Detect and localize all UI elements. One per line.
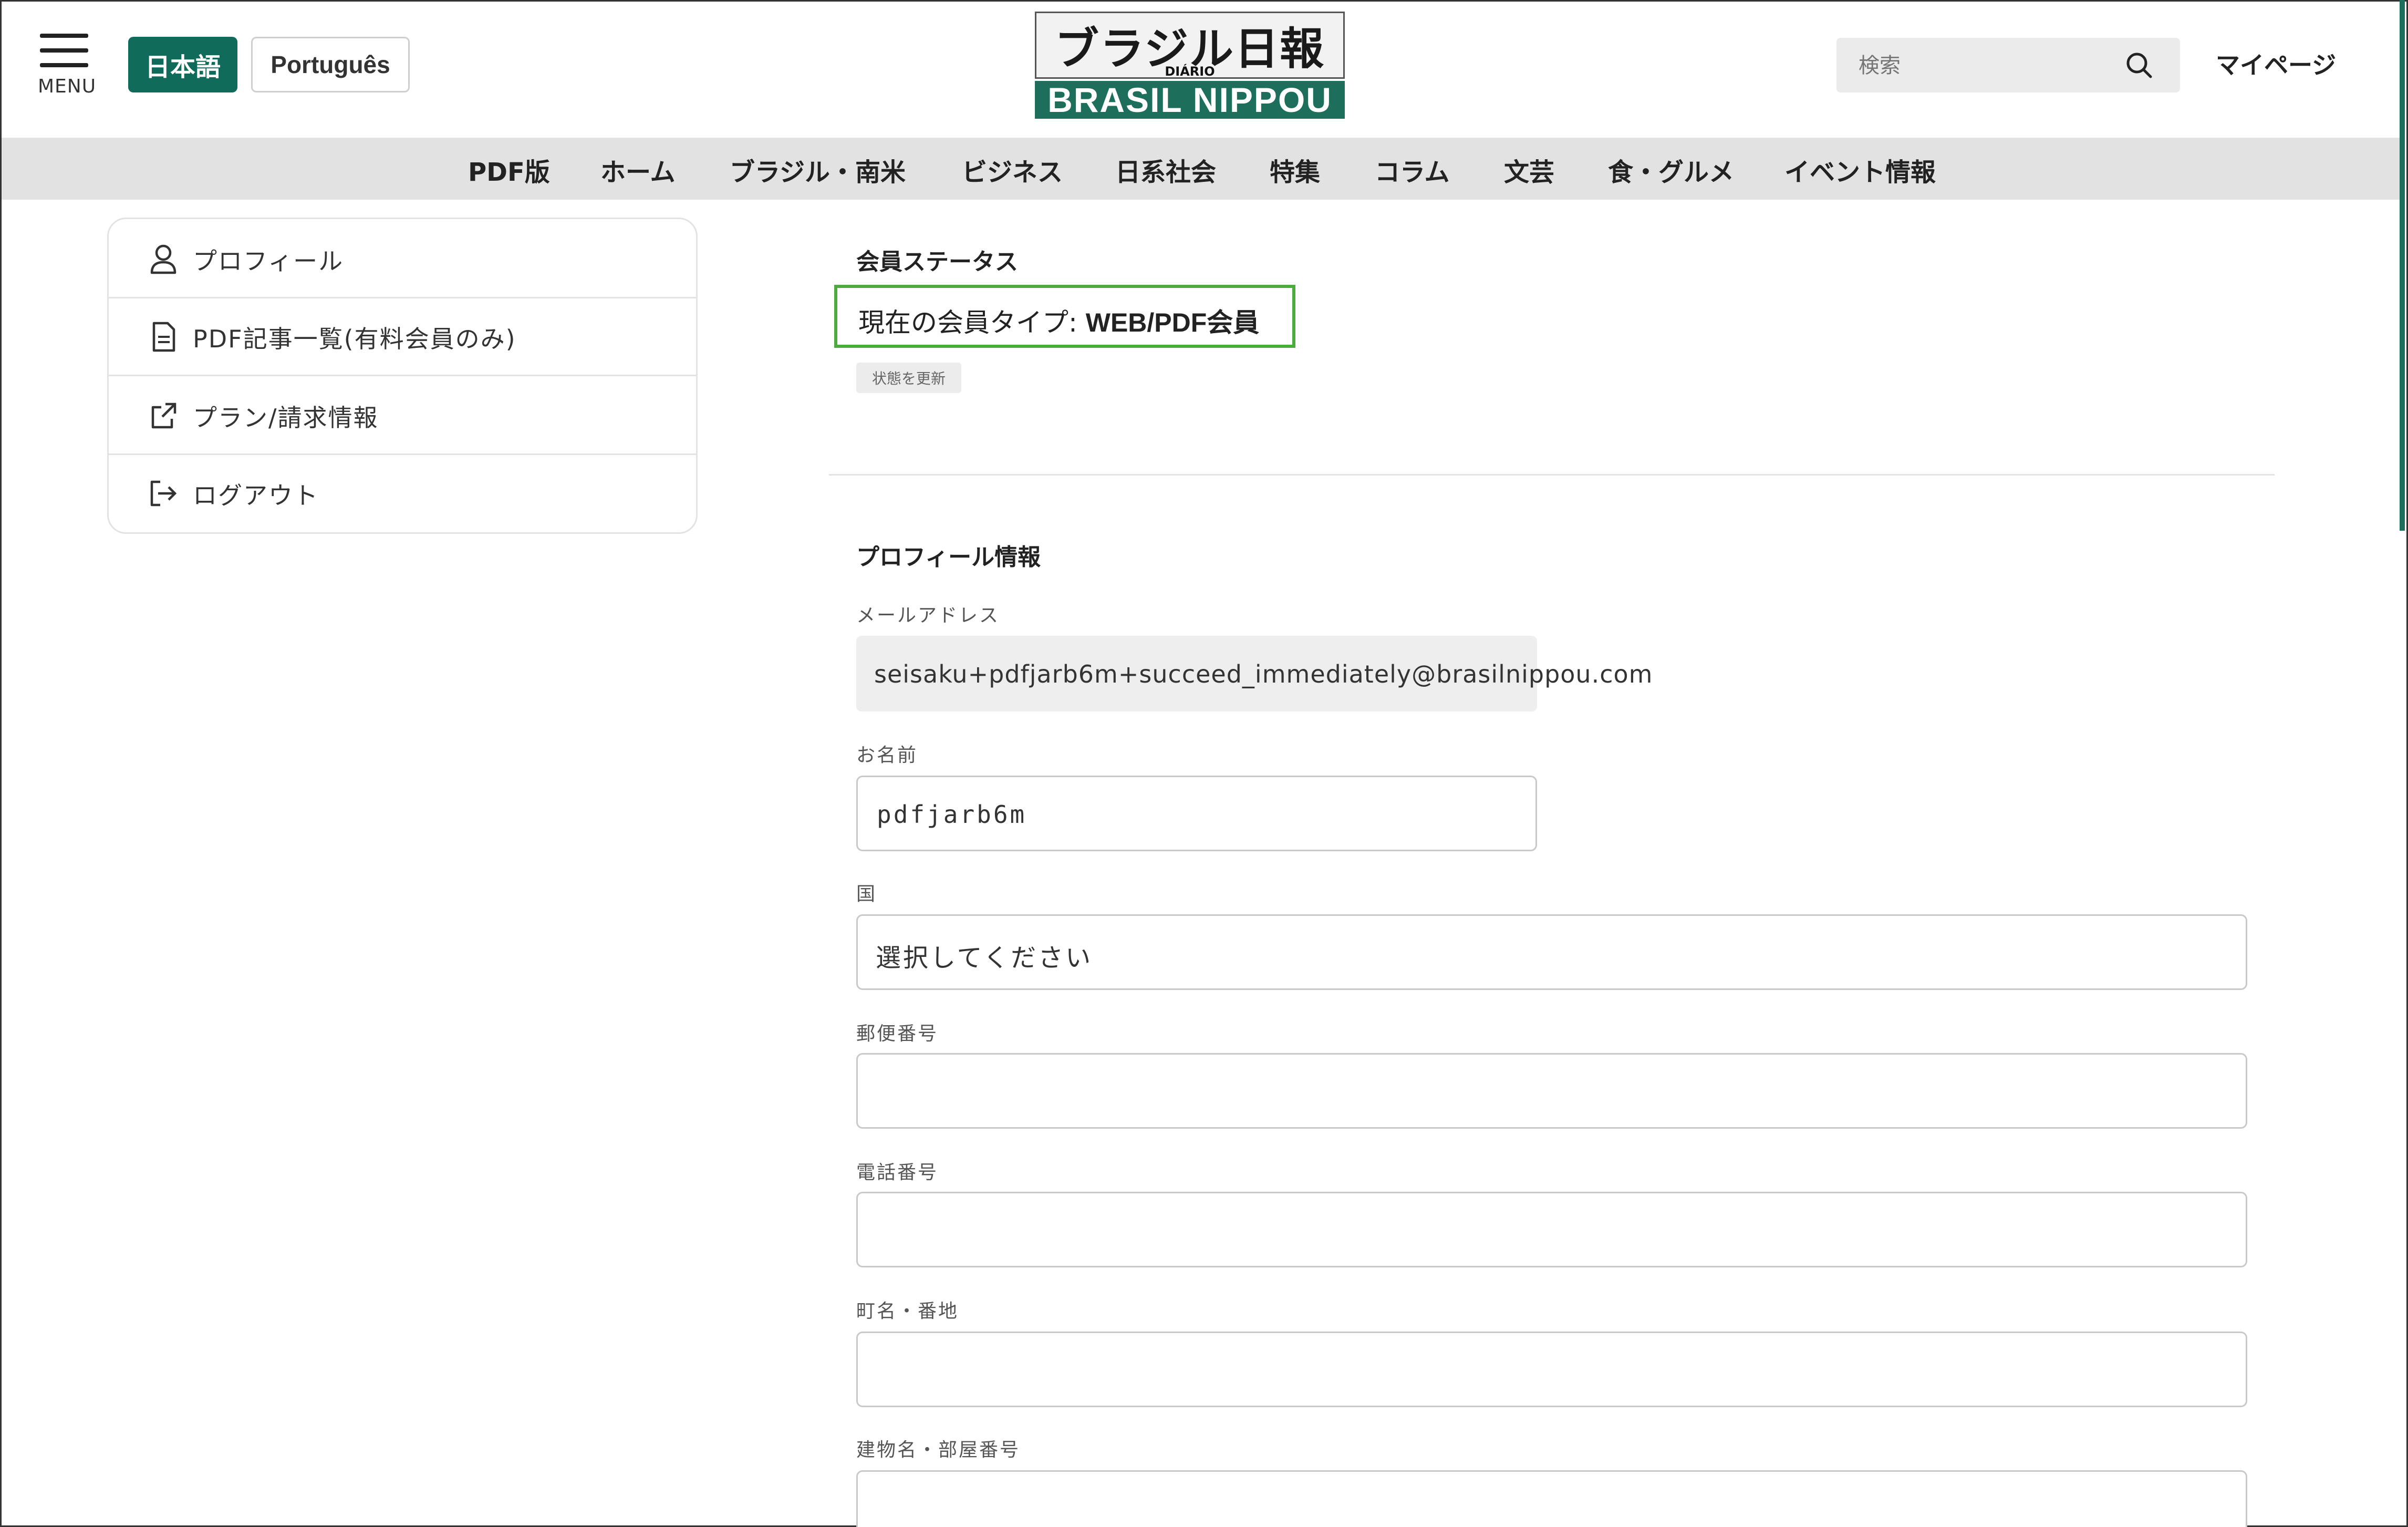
name-label: お名前 <box>856 745 918 766</box>
logo-title-en: BRASIL NIPPOU <box>1035 80 1345 119</box>
country-select[interactable]: 選択してください <box>856 914 2247 990</box>
email-label: メールアドレス <box>856 605 1000 626</box>
building-input[interactable] <box>876 1492 2127 1526</box>
address-field <box>856 1332 2247 1407</box>
sidebar-item-billing[interactable]: プラン/請求情報 <box>109 376 696 455</box>
name-input[interactable] <box>876 797 1488 832</box>
name-field <box>856 776 1537 851</box>
sidebar-item-pdf-articles[interactable]: PDF記事一覧(有料会員のみ) <box>109 297 696 376</box>
nav-item-pdf[interactable]: PDF版 <box>468 151 550 188</box>
email-field: seisaku+pdfjarb6m+succeed_immediately@br… <box>856 636 1652 711</box>
address-input[interactable] <box>876 1353 2127 1388</box>
nav-item-column[interactable]: コラム <box>1375 151 1450 188</box>
building-field <box>856 1470 2247 1527</box>
sidebar-item-label: ログアウト <box>193 481 319 510</box>
sidebar-item-label: プラン/請求情報 <box>193 404 379 432</box>
email-value: seisaku+pdfjarb6m+succeed_immediately@br… <box>874 660 1653 688</box>
hamburger-icon <box>40 34 88 38</box>
postal-code-label: 郵便番号 <box>856 1023 939 1045</box>
hamburger-bar <box>40 63 88 67</box>
logo-small-text: DIÁRIO <box>1165 64 1215 79</box>
site-logo[interactable]: ブラジル日報 DIÁRIO BRASIL NIPPOU <box>1035 12 1345 119</box>
language-portuguese-button[interactable]: Português <box>251 37 410 92</box>
menu-button[interactable]: MENU <box>38 34 96 97</box>
membership-type-value: WEB/PDF会員 <box>1085 308 1260 337</box>
phone-field <box>856 1192 2247 1267</box>
mypage-link[interactable]: マイページ <box>2216 46 2336 81</box>
hamburger-bar <box>40 48 88 53</box>
country-label: 国 <box>856 883 877 905</box>
membership-type-label: 現在の会員タイプ: <box>858 307 1086 338</box>
nav-item-business[interactable]: ビジネス <box>962 151 1063 188</box>
membership-type: 現在の会員タイプ: WEB/PDF会員 <box>858 302 1259 339</box>
nav-item-literature[interactable]: 文芸 <box>1504 151 1554 188</box>
building-label: 建物名・部屋番号 <box>856 1439 1021 1461</box>
nav-item-feature[interactable]: 特集 <box>1270 151 1320 188</box>
sidebar-item-profile[interactable]: プロフィール <box>109 219 696 298</box>
membership-status-heading: 会員ステータス <box>856 249 1018 275</box>
nav-item-brazil[interactable]: ブラジル・南米 <box>730 151 906 188</box>
logout-icon <box>150 480 177 507</box>
user-icon <box>150 244 177 274</box>
sidebar-item-label: プロフィール <box>193 247 344 275</box>
page-scrollbar[interactable] <box>2400 0 2405 531</box>
nav-item-home[interactable]: ホーム <box>600 151 676 188</box>
phone-input[interactable] <box>876 1213 2127 1248</box>
address-label: 町名・番地 <box>856 1301 959 1322</box>
document-icon <box>152 322 175 352</box>
search-box <box>1836 38 2180 92</box>
nav-item-nikkei[interactable]: 日系社会 <box>1115 151 1216 188</box>
section-divider <box>829 474 2275 476</box>
menu-label: MENU <box>38 76 97 97</box>
refresh-status-button[interactable]: 状態を更新 <box>856 363 961 393</box>
nav-item-events[interactable]: イベント情報 <box>1784 151 1936 188</box>
phone-label: 電話番号 <box>856 1162 939 1183</box>
account-sidebar: プロフィール PDF記事一覧(有料会員のみ) プラン/請求情報 ログアウト <box>107 218 698 534</box>
profile-heading: プロフィール情報 <box>856 544 1041 571</box>
main-nav: PDF版 ホーム ブラジル・南米 ビジネス 日系社会 特集 コラム 文芸 食・グ… <box>2 138 2403 200</box>
sidebar-item-label: PDF記事一覧(有料会員のみ) <box>193 325 516 353</box>
nav-item-gourmet[interactable]: 食・グルメ <box>1608 151 1734 188</box>
country-select-value: 選択してください <box>876 943 1093 973</box>
search-input[interactable] <box>1857 48 2112 83</box>
postal-code-input[interactable] <box>876 1075 2127 1109</box>
sidebar-item-logout[interactable]: ログアウト <box>109 453 696 531</box>
postal-code-field <box>856 1053 2247 1129</box>
membership-type-box: 現在の会員タイプ: WEB/PDF会員 <box>834 285 1295 348</box>
external-link-icon <box>151 403 177 429</box>
language-japanese-button[interactable]: 日本語 <box>128 37 237 92</box>
search-icon[interactable] <box>2124 50 2154 80</box>
